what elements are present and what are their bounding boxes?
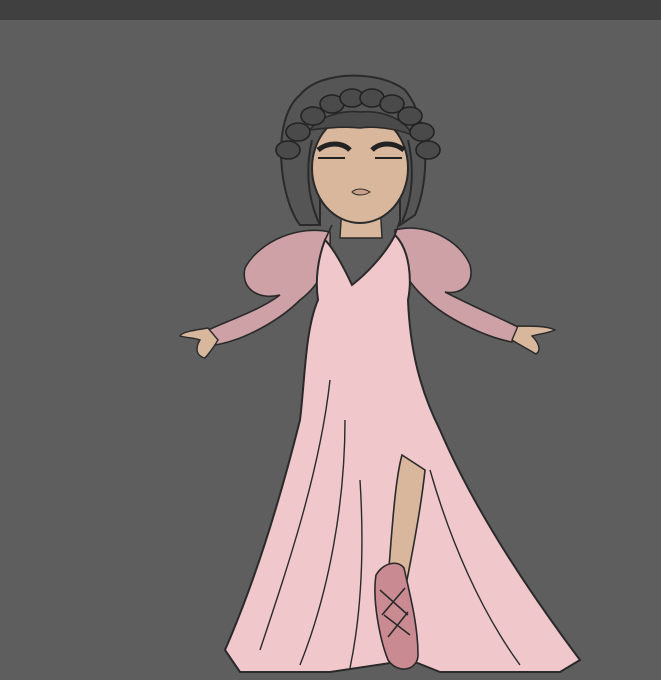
- left-hand: [178, 327, 219, 359]
- right-hand: [511, 325, 557, 355]
- drawing-canvas: [0, 20, 661, 680]
- right-sleeve: [394, 227, 522, 343]
- character-illustration: [178, 74, 582, 673]
- top-toolbar: [0, 0, 661, 20]
